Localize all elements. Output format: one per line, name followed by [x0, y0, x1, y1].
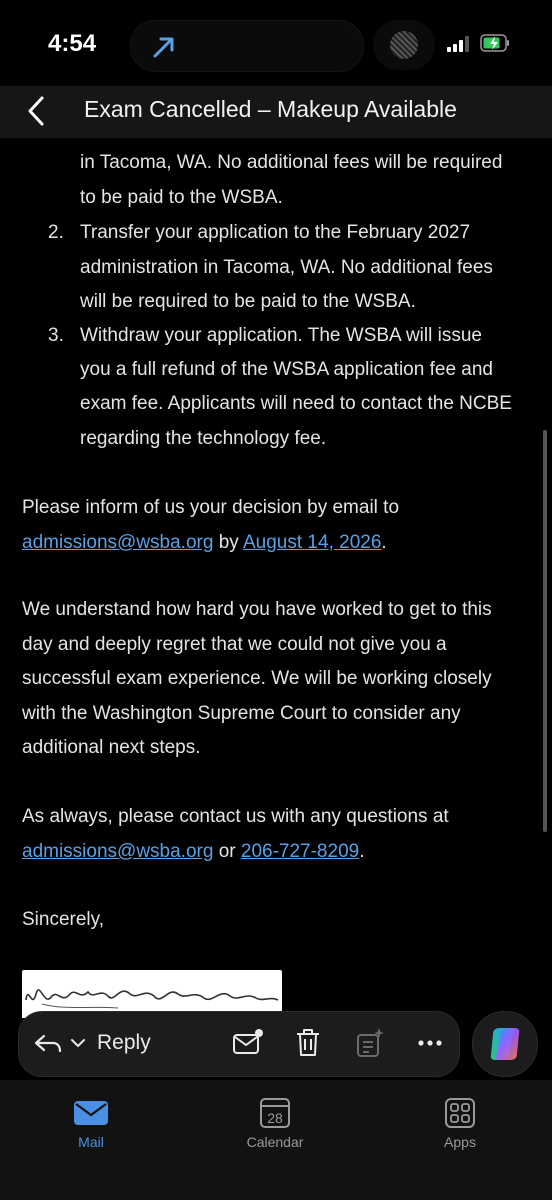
option1-line: in Tacoma, WA. No additional fees will b…: [80, 152, 503, 173]
trash-icon[interactable]: [293, 1026, 323, 1060]
date-link[interactable]: August 14, 2026: [243, 532, 381, 553]
dynamic-island: [130, 20, 364, 72]
list-number: 3.: [48, 325, 64, 346]
reply-arrow-icon[interactable]: [33, 1026, 63, 1060]
email-body[interactable]: ━━━━━━━━━━━━━━━━━━━━━━━━━━━━━━━━━ in Tac…: [0, 138, 552, 1018]
inform-end: .: [381, 532, 387, 553]
reply-toolbar: Reply: [18, 1011, 460, 1077]
list-number: 2.: [48, 222, 64, 243]
scrollbar[interactable]: [543, 430, 547, 832]
copilot-button[interactable]: [472, 1011, 538, 1077]
more-options-icon[interactable]: [415, 1026, 445, 1060]
ai-summary-icon: [357, 1028, 384, 1057]
status-time: 4:54: [48, 30, 97, 57]
option3-line: you a full refund of the WSBA applicatio…: [80, 359, 493, 380]
battery-charging-icon: [480, 34, 509, 52]
chevron-down-icon[interactable]: [69, 1026, 87, 1060]
camera-icon: [373, 20, 435, 70]
option2-line: administration in Tacoma, WA. No additio…: [80, 257, 493, 278]
tab-label: Apps: [444, 1134, 476, 1150]
copilot-icon: [490, 1028, 520, 1060]
option2-line: Transfer your application to the Februar…: [80, 222, 471, 243]
phone-link[interactable]: 206-727-8209: [241, 841, 359, 862]
contact-line: admissions@wsba.org or 206-727-8209.: [22, 841, 364, 863]
bottom-tab-bar: Mail 28 Calendar Apps: [0, 1080, 552, 1200]
option2-line: will be required to be paid to the WSBA.: [80, 291, 416, 312]
contact-text: As always, please contact us with any qu…: [22, 806, 449, 827]
contact-or: or: [213, 841, 241, 862]
contact-end: .: [359, 841, 365, 862]
inform-line: admissions@wsba.org by August 14, 2026.: [22, 532, 387, 554]
email-header: Exam Cancelled – Makeup Available: [0, 86, 552, 138]
inform-text: Please inform of us your decision by ema…: [22, 497, 400, 518]
back-chevron-icon[interactable]: [22, 94, 52, 128]
option3-line: Withdraw your application. The WSBA will…: [80, 325, 482, 346]
reply-button[interactable]: Reply: [97, 1031, 151, 1055]
tab-label: Mail: [78, 1134, 104, 1150]
tab-label: Calendar: [246, 1134, 304, 1150]
email-link[interactable]: admissions@wsba.org: [22, 532, 213, 553]
mark-unread-icon[interactable]: [231, 1026, 265, 1060]
location-arrow-icon: [153, 37, 174, 58]
regret-line: successful exam experience. We will be w…: [22, 668, 492, 689]
calendar-icon: 28: [260, 1098, 290, 1128]
regret-line: additional next steps.: [22, 737, 201, 758]
apps-icon: [445, 1098, 475, 1128]
status-bar: 4:54: [0, 0, 552, 86]
signal-icon: [447, 36, 473, 52]
regret-line: with the Washington Supreme Court to con…: [22, 703, 461, 724]
closing-text: Sincerely,: [22, 909, 105, 930]
calendar-day: 28: [267, 1110, 283, 1126]
mail-icon: [74, 1101, 108, 1125]
regret-line: day and deeply regret that we could not …: [22, 634, 447, 655]
clipped-text-line: ━━━━━━━━━━━━━━━━━━━━━━━━━━━━━━━━━: [80, 138, 458, 147]
inform-by: by: [213, 532, 243, 553]
option3-line: exam fee. Applicants will need to contac…: [80, 393, 512, 414]
option1-line: to be paid to the WSBA.: [80, 187, 283, 208]
email-link[interactable]: admissions@wsba.org: [22, 841, 213, 862]
email-subject: Exam Cancelled – Makeup Available: [84, 96, 457, 122]
option3-line: regarding the technology fee.: [80, 428, 327, 449]
regret-line: We understand how hard you have worked t…: [22, 599, 492, 620]
